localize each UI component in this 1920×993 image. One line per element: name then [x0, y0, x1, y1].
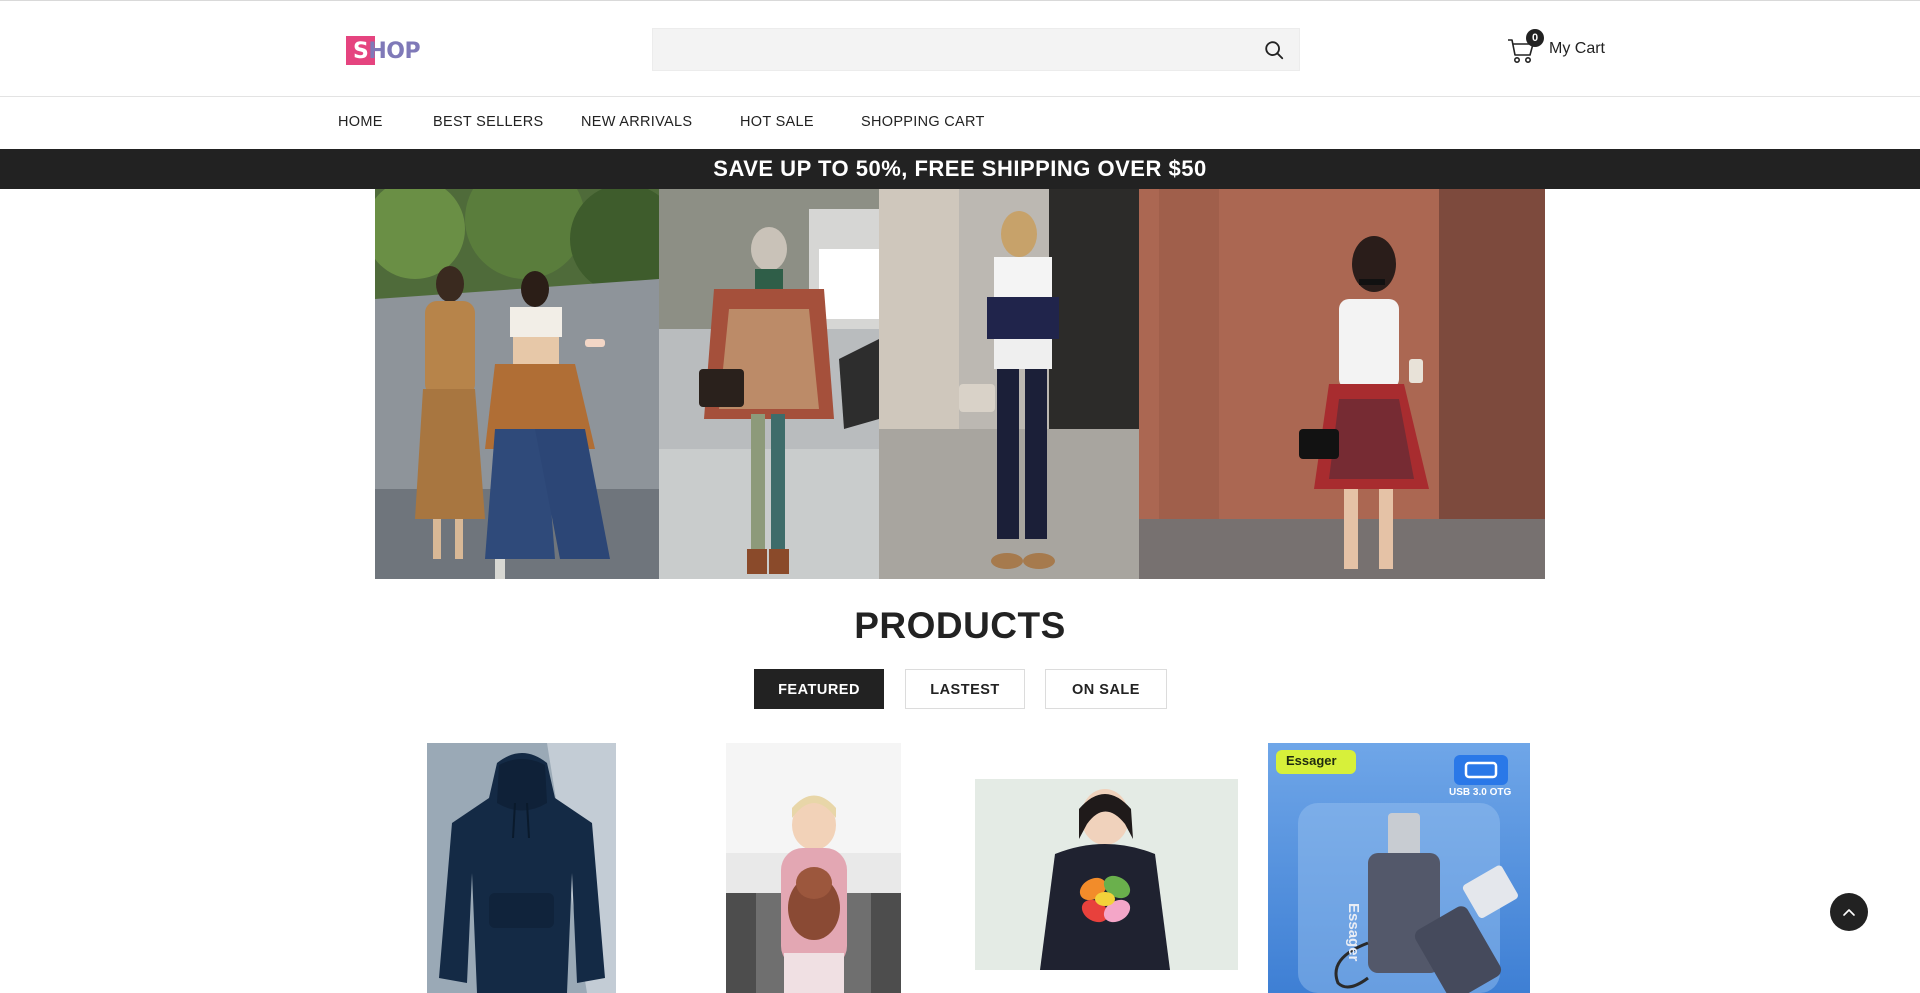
- nav-item-new-arrivals[interactable]: NEW ARRIVALS: [581, 114, 692, 130]
- hero-photo-1: [375, 189, 659, 579]
- nav-item-home[interactable]: HOME: [338, 114, 383, 130]
- tab-featured[interactable]: FEATURED: [754, 669, 884, 709]
- hero-photo-2: [659, 189, 879, 579]
- search-icon[interactable]: [1263, 39, 1285, 61]
- nav-item-best-sellers[interactable]: BEST SELLERS: [433, 114, 544, 130]
- nav-item-hot-sale[interactable]: HOT SALE: [740, 114, 814, 130]
- cart-count-badge: 0: [1526, 29, 1544, 47]
- search-bar: [652, 28, 1300, 71]
- hero-photo-3: [879, 189, 1139, 579]
- hero-banner[interactable]: [375, 189, 1545, 579]
- product-image-navy-hoodie[interactable]: [427, 743, 616, 993]
- nav-item-shopping-cart[interactable]: SHOPPING CART: [861, 114, 985, 130]
- search-input[interactable]: [653, 29, 1271, 70]
- cart-label: My Cart: [1549, 40, 1605, 57]
- product-image-flower-hoodie[interactable]: [975, 779, 1238, 970]
- main-nav: HOME BEST SELLERS NEW ARRIVALS HOT SALE …: [0, 97, 1920, 148]
- product-brand-tag: Essager: [1286, 753, 1337, 768]
- tab-lastest[interactable]: LASTEST: [905, 669, 1025, 709]
- site-header: SHOP 0 My Cart: [0, 1, 1920, 97]
- shop-logo[interactable]: SHOP: [346, 35, 421, 67]
- product-device-brand: Essager: [1345, 903, 1362, 962]
- hero-photo-4: [1139, 189, 1545, 579]
- promo-banner: SAVE UP TO 50%, FREE SHIPPING OVER $50: [0, 149, 1920, 189]
- logo-rest: HOP: [368, 39, 421, 64]
- logo-first-letter: S: [353, 39, 369, 64]
- chevron-up-icon: [1843, 909, 1855, 916]
- product-image-kids-backpack[interactable]: [726, 743, 901, 993]
- my-cart-link[interactable]: 0 My Cart: [1506, 29, 1608, 69]
- tab-on-sale[interactable]: ON SALE: [1045, 669, 1167, 709]
- scroll-to-top-button[interactable]: [1830, 893, 1868, 931]
- products-heading: PRODUCTS: [854, 605, 1066, 646]
- product-image-usb-otg-adapter[interactable]: Essager USB 3.0 OTG Essager: [1268, 743, 1530, 993]
- logo-wordmark: SHOP: [353, 39, 421, 64]
- product-usb-label: USB 3.0 OTG: [1449, 787, 1512, 798]
